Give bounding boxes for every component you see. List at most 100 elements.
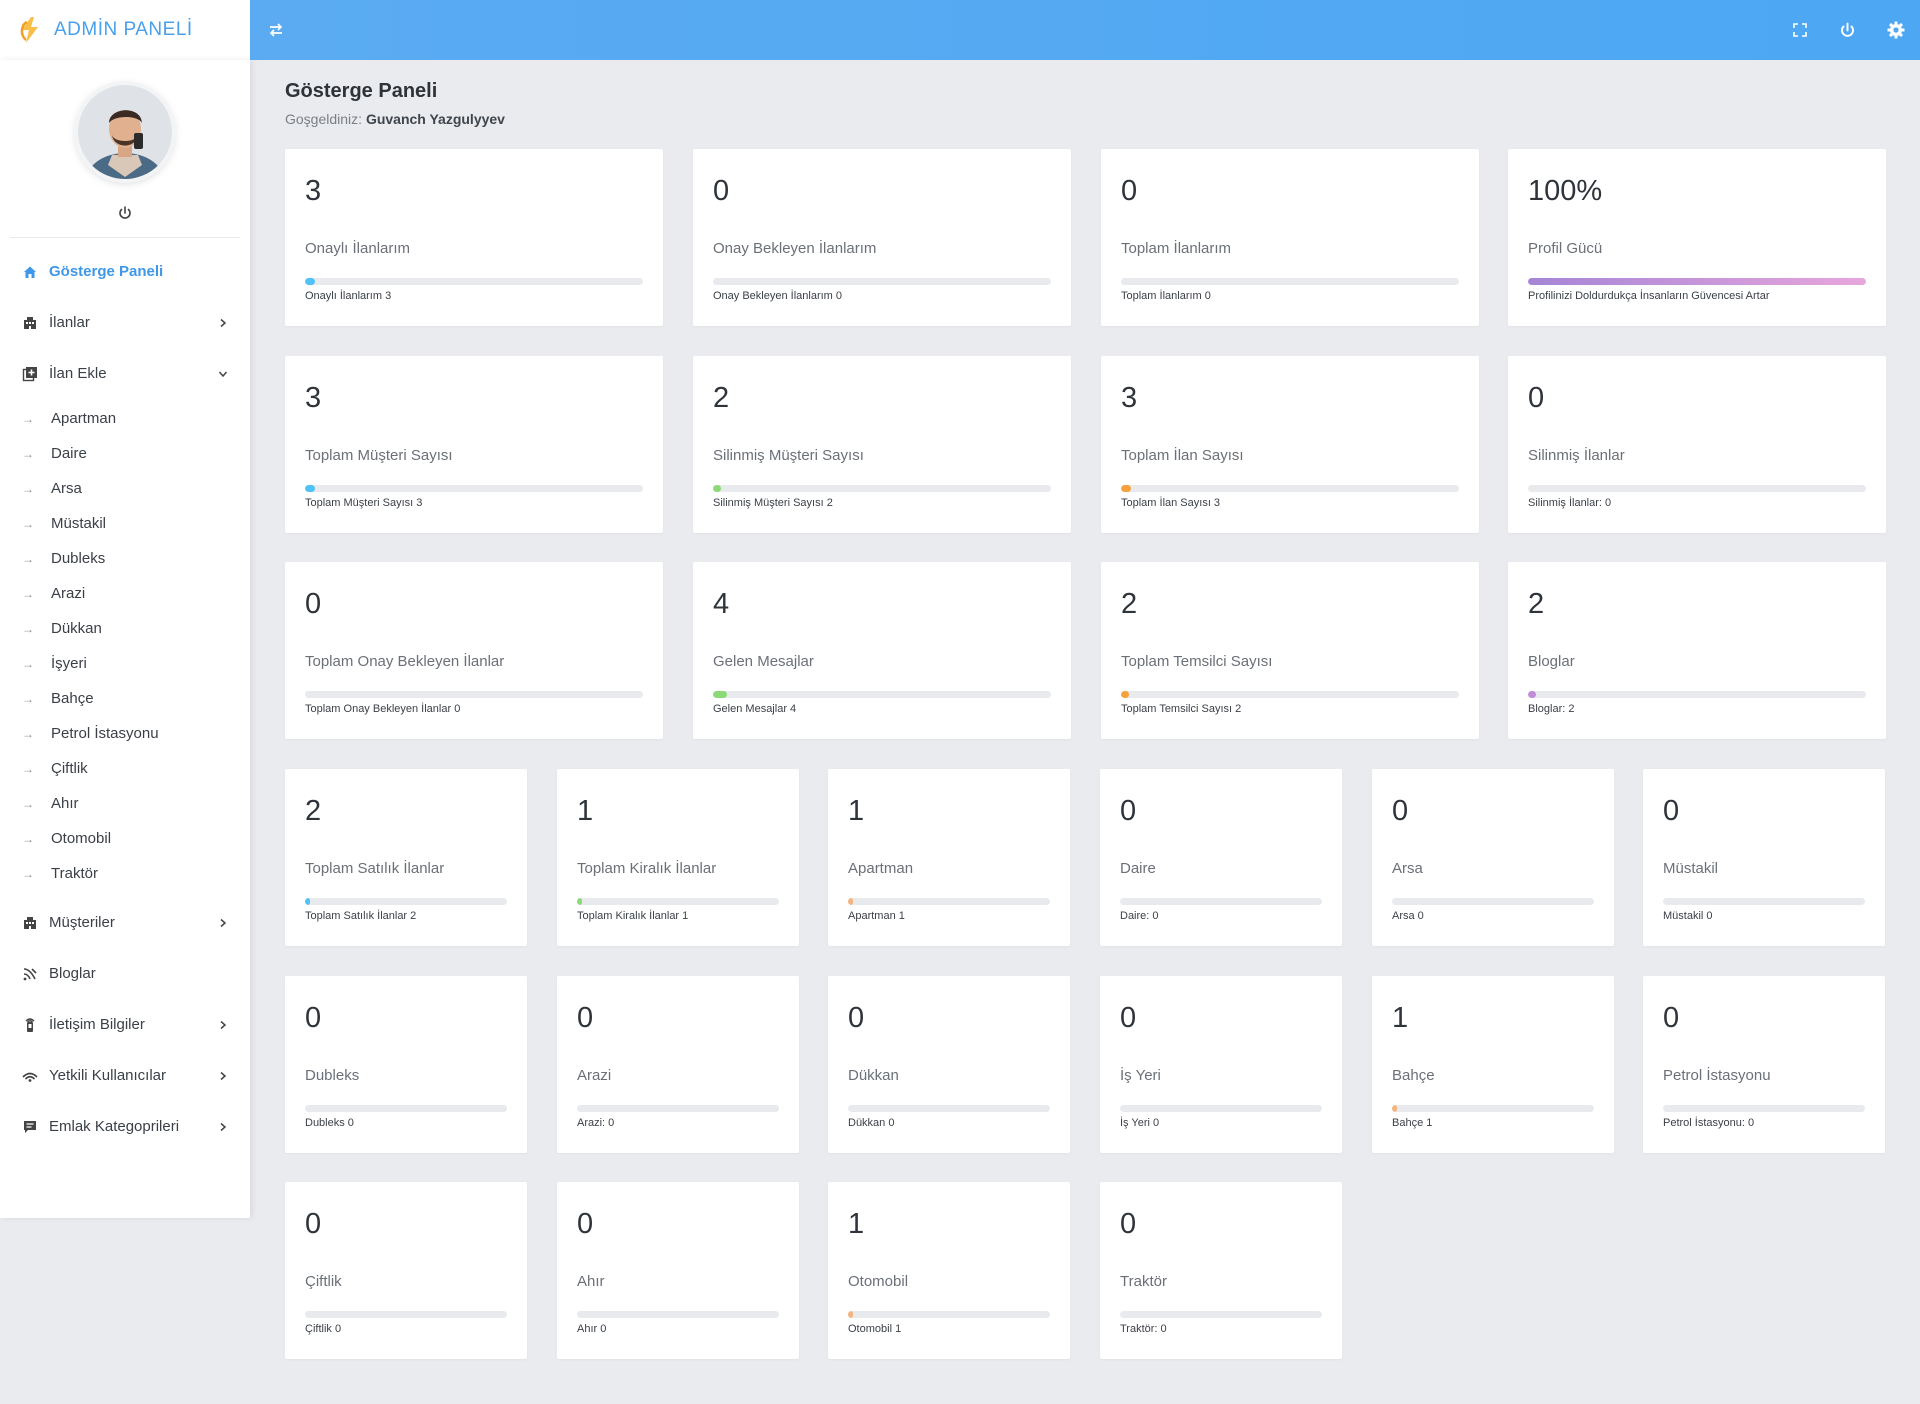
stat-value: 0 — [1120, 1208, 1137, 1240]
fullscreen-button[interactable] — [1788, 18, 1812, 42]
submenu-item[interactable]: → Arazi — [0, 576, 250, 611]
progress-fill — [713, 485, 722, 492]
stat-card: 100% Profil Gücü Profilinizi Doldurdukça İ… — [1508, 149, 1886, 326]
sidebar-item-bloglar[interactable]: Bloglar — [0, 948, 250, 999]
stat-card: 1 Bahçe Bahçe 1 — [1372, 976, 1614, 1153]
sidebar-item-yetkili[interactable]: Yetkili Kullanıcılar — [0, 1050, 250, 1101]
stat-card: 0 Arazi Arazi: 0 — [557, 976, 799, 1153]
logo-bar[interactable]: ADMİN PANELİ — [0, 0, 250, 60]
chevron-right-icon — [220, 1071, 227, 1080]
progress-bar — [577, 1311, 779, 1318]
progress-fill — [305, 278, 316, 285]
stat-value: 1 — [848, 1208, 865, 1240]
progress-bar — [1528, 485, 1866, 492]
stat-caption: Toplam Kiralık İlanlar 1 — [577, 910, 689, 922]
progress-bar — [1392, 1105, 1594, 1112]
logo-text: ADMİN PANELİ — [54, 19, 193, 40]
submenu-item[interactable]: → Petrol İstasyonu — [0, 716, 250, 751]
submenu-item[interactable]: → Bahçe — [0, 681, 250, 716]
welcome-prefix: Goşgeldiniz: — [285, 111, 363, 127]
fullscreen-icon — [1793, 23, 1807, 37]
stat-title: Toplam Satılık İlanlar — [305, 860, 445, 877]
stat-value: 0 — [1120, 1002, 1137, 1034]
sidebar-item-iletisim[interactable]: İletişim Bilgiler — [0, 999, 250, 1050]
stat-title: İş Yeri — [1120, 1067, 1161, 1084]
progress-bar — [305, 1311, 507, 1318]
avatar[interactable] — [78, 85, 172, 179]
arrow-right-icon: → — [22, 691, 34, 706]
arrow-right-icon: → — [22, 516, 34, 531]
sidebar: Gösterge Paneli İlanlar İlan Ekle → Apart… — [0, 60, 250, 1218]
home-icon — [24, 266, 36, 278]
progress-fill — [305, 485, 316, 492]
stat-value: 0 — [577, 1002, 594, 1034]
sidebar-item-ilan-ekle[interactable]: İlan Ekle — [0, 348, 250, 399]
submenu-item[interactable]: → Traktör — [0, 856, 250, 891]
stat-title: Gelen Mesajlar — [713, 653, 814, 670]
submenu-item-label: Daire — [51, 445, 87, 462]
submenu-item[interactable]: → Daire — [0, 436, 250, 471]
stat-value: 4 — [713, 588, 730, 620]
stat-value: 1 — [577, 795, 594, 827]
submenu-item[interactable]: → İşyeri — [0, 646, 250, 681]
stat-caption: Profilinizi Doldurdukça İnsanların Güven… — [1528, 290, 1770, 302]
submenu-item[interactable]: → Dükkan — [0, 611, 250, 646]
submenu-item-label: Dükkan — [51, 620, 102, 637]
progress-bar — [848, 898, 1050, 905]
stat-card: 2 Toplam Temsilci Sayısı Toplam Temsilci S… — [1101, 562, 1479, 739]
stat-caption: Silinmiş İlanlar: 0 — [1528, 497, 1612, 509]
chevron-down-icon — [218, 371, 228, 377]
stat-value: 3 — [1121, 382, 1138, 414]
submenu-item-label: İşyeri — [51, 655, 87, 672]
submenu-item[interactable]: → Müstakil — [0, 506, 250, 541]
stat-value: 3 — [305, 175, 322, 207]
swap-arrows-icon — [269, 23, 283, 37]
submenu-item[interactable]: → Dubleks — [0, 541, 250, 576]
stat-title: Toplam İlan Sayısı — [1121, 447, 1244, 464]
stat-card: 0 Toplam İlanlarım Toplam İlanlarım 0 — [1101, 149, 1479, 326]
stat-caption: Arsa 0 — [1392, 910, 1424, 922]
stat-title: Silinmiş Müşteri Sayısı — [713, 447, 864, 464]
stat-value: 1 — [848, 795, 865, 827]
submenu-item-label: Apartman — [51, 410, 117, 427]
stat-card: 4 Gelen Mesajlar Gelen Mesajlar 4 — [693, 562, 1071, 739]
progress-bar — [1392, 898, 1594, 905]
submenu-item[interactable]: → Otomobil — [0, 821, 250, 856]
sidebar-toggle-button[interactable] — [264, 18, 288, 42]
stat-card: 3 Toplam Müşteri Sayısı Toplam Müşteri Say… — [285, 356, 663, 533]
page-title: Gösterge Paneli — [285, 80, 438, 102]
sidebar-item-dashboard[interactable]: Gösterge Paneli — [0, 246, 250, 297]
stat-title: Onay Bekleyen İlanlarım — [713, 240, 877, 257]
progress-bar — [577, 1105, 779, 1112]
sidebar-item-emlak-kategorileri[interactable]: Emlak Kategoprileri — [0, 1101, 250, 1152]
stat-card: 0 Toplam Onay Bekleyen İlanlar Toplam Onay… — [285, 562, 663, 739]
stat-caption: Onay Bekleyen İlanlarım 0 — [713, 290, 843, 302]
submenu-item[interactable]: → Ahır — [0, 786, 250, 821]
progress-bar — [1663, 1105, 1865, 1112]
sidebar-menu-lower: Müşteriler Bloglar İletişim Bilgiler Yet… — [0, 897, 250, 1152]
arrow-right-icon: → — [22, 831, 34, 846]
stat-value: 0 — [305, 1208, 322, 1240]
sidebar-item-musteriler[interactable]: Müşteriler — [0, 897, 250, 948]
ilan-ekle-submenu: → Apartman → Daire → Arsa → Müstakil → Dubleks → Ar… — [0, 399, 250, 897]
stat-card: 0 Arsa Arsa 0 — [1372, 769, 1614, 946]
blog-icon — [23, 967, 37, 980]
stat-title: Müstakil — [1663, 860, 1719, 877]
stat-caption: Traktör: 0 — [1120, 1323, 1167, 1335]
submenu-item[interactable]: → Çiftlik — [0, 751, 250, 786]
progress-bar — [305, 691, 643, 698]
stat-value: 2 — [713, 382, 730, 414]
progress-fill — [713, 691, 727, 698]
submenu-item[interactable]: → Apartman — [0, 401, 250, 436]
logout-button[interactable] — [1835, 18, 1859, 42]
sidebar-item-label: Yetkili Kullanıcılar — [49, 1067, 167, 1084]
submenu-item[interactable]: → Arsa — [0, 471, 250, 506]
settings-button[interactable] — [1884, 18, 1908, 42]
arrow-right-icon: → — [22, 551, 34, 566]
stat-title: Arazi — [577, 1067, 612, 1084]
logout-icon[interactable] — [117, 205, 133, 221]
arrow-right-icon: → — [22, 866, 34, 881]
stat-caption: Ahır 0 — [577, 1323, 607, 1335]
sidebar-item-ilanlar[interactable]: İlanlar — [0, 297, 250, 348]
progress-bar — [305, 898, 507, 905]
